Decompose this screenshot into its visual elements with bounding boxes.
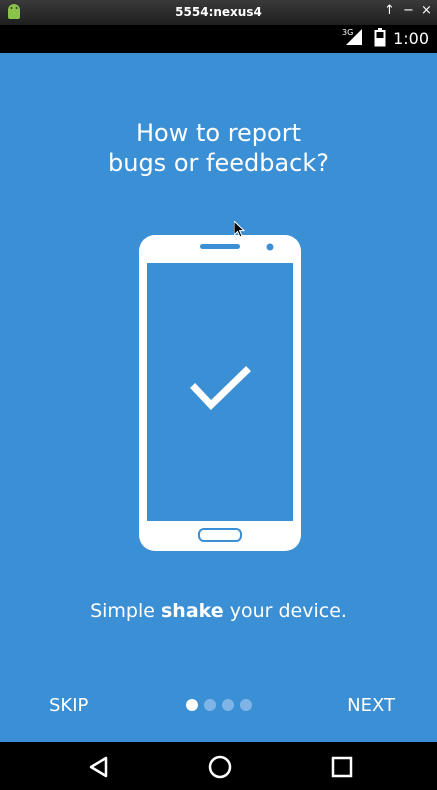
battery-icon	[374, 28, 386, 47]
onboarding-screen: How to report bugs or feedback? Simple s…	[0, 53, 437, 742]
close-button[interactable]: ×	[421, 3, 432, 18]
emulator-window: 5554:nexus4 ↑ − × 3G 1:00 How to report …	[0, 0, 437, 790]
page-indicator	[186, 699, 252, 711]
title-line-1: How to report	[135, 119, 301, 147]
minimize-button[interactable]: −	[403, 3, 414, 18]
title-line-2: bugs or feedback?	[108, 149, 329, 177]
recents-icon[interactable]	[329, 754, 355, 780]
skip-button[interactable]: SKIP	[49, 695, 88, 716]
page-dot-3	[222, 699, 234, 711]
instruction-text: Simple shake your device.	[0, 600, 437, 622]
signal-icon	[346, 29, 362, 45]
back-icon[interactable]	[86, 754, 112, 780]
emulator-title-bar: 5554:nexus4 ↑ − ×	[0, 0, 437, 25]
instruction-text-start: Simple	[90, 600, 161, 622]
status-bar: 3G 1:00	[0, 25, 437, 53]
mouse-pointer-icon	[234, 221, 246, 238]
status-clock: 1:00	[393, 29, 429, 48]
phone-checkmark-icon	[139, 235, 301, 551]
page-title: How to report bugs or feedback?	[0, 118, 437, 178]
next-button[interactable]: NEXT	[347, 695, 395, 716]
page-dot-2	[204, 699, 216, 711]
pin-button[interactable]: ↑	[384, 3, 395, 18]
page-dot-4	[240, 699, 252, 711]
window-title: 5554:nexus4	[175, 5, 262, 19]
system-nav-bar	[0, 742, 437, 790]
instruction-text-end: your device.	[223, 600, 347, 622]
page-dot-1	[186, 699, 198, 711]
instruction-text-emphasis: shake	[161, 600, 224, 622]
home-icon[interactable]	[207, 754, 233, 780]
